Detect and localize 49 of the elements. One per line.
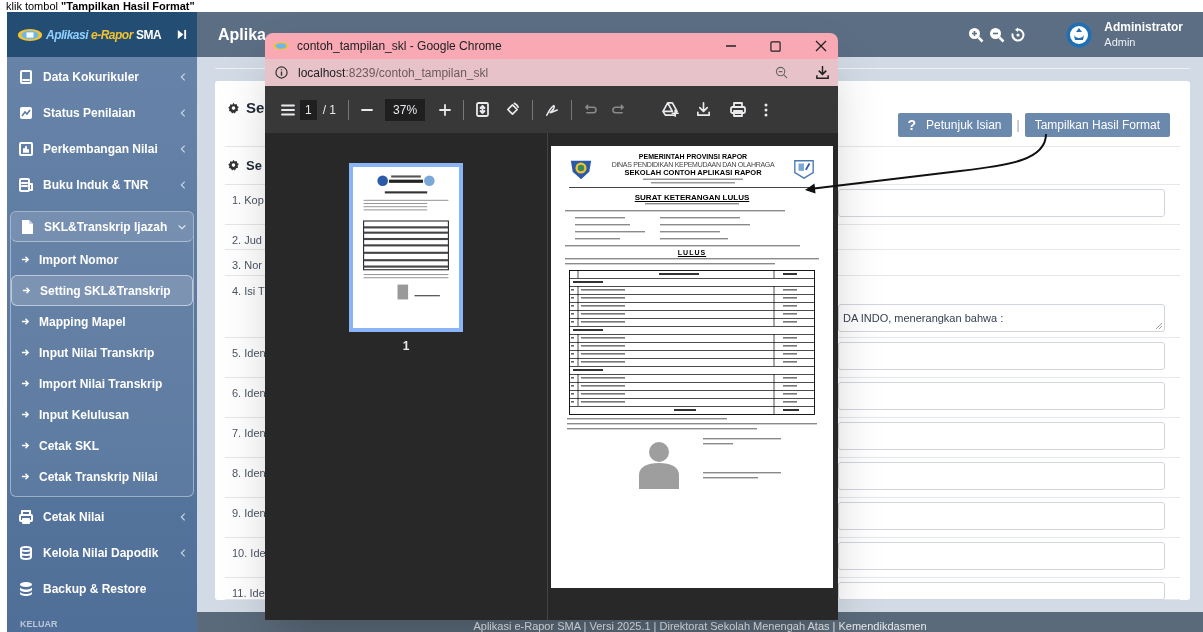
caption-text: klik tombol "Tampilkan Hasil Format": [5, 0, 196, 12]
form-label: 3. Nor: [231, 258, 262, 273]
zoom-field[interactable]: 37%: [385, 98, 426, 121]
sidebar-item[interactable]: SKL&Transkrip Ijazah: [11, 212, 193, 242]
submenu-item[interactable]: Input Nilai Transkrip: [11, 337, 193, 368]
form-label: 1. Kop: [231, 193, 264, 208]
sidebar-item[interactable]: Kelola Nilai Dapodik: [10, 535, 194, 571]
submenu-item[interactable]: Setting SKL&Transkrip: [11, 275, 193, 306]
toolbar-button[interactable]: Tampilkan Hasil Format: [1024, 113, 1170, 137]
page-number-field[interactable]: 1: [300, 99, 317, 120]
logo-text: e-Rapor: [91, 26, 133, 44]
form-label: 2. Jud: [231, 233, 262, 248]
sidebar-item[interactable]: Buku Induk & TNR: [10, 167, 194, 203]
sidebar-item[interactable]: Perkembangan Nilai: [10, 131, 194, 167]
separator-text: |: [1016, 117, 1020, 134]
form-label: 8. Iden: [231, 466, 266, 481]
sidebar-item[interactable]: Data Kokurikuler: [10, 59, 194, 95]
user-name: Administrator: [1104, 19, 1183, 35]
form-label: 7. Iden: [231, 426, 266, 441]
submenu-item[interactable]: Cetak Transkrip Nilai: [11, 461, 193, 492]
form-label: 4. Isi T: [231, 284, 265, 299]
window-title: contoh_tampilan_skl - Google Chrome: [297, 38, 502, 55]
sidebar-item[interactable]: Status Penilaian: [10, 95, 194, 131]
page-total: / 1: [322, 101, 337, 119]
footer-text: Aplikasi e-Rapor SMA | Versi 2025.1 | Direktorat Sekolah Menengah Atas | Kemendikdasmen: [473, 621, 927, 632]
form-label: 10. Ide: [231, 546, 266, 561]
logout-link[interactable]: KELUAR: [10, 617, 194, 632]
form-label: 11. Ide: [231, 586, 265, 601]
app-title: Aplika: [218, 24, 266, 45]
text-area[interactable]: DA INDO, menerangkan bahwa :: [838, 304, 1165, 332]
submenu-item[interactable]: Mapping Mapel: [11, 306, 193, 337]
section-title: Se: [246, 98, 265, 118]
submenu-item[interactable]: Import Nilai Transkrip: [11, 368, 193, 399]
user-role: Admin: [1104, 34, 1137, 50]
form-label: 9. Iden: [231, 506, 266, 521]
logo-text: SMA: [135, 26, 162, 44]
sidebar-item[interactable]: Cetak Nilai: [10, 499, 194, 535]
toolbar-button[interactable]: ? Petunjuk Isian: [897, 113, 1012, 137]
logo-text: Aplikasi: [46, 26, 89, 44]
address-field[interactable]: localhost:8239/contoh_tampilan_skl: [298, 63, 489, 82]
thumbnail-label: 1: [402, 338, 410, 355]
submenu-item[interactable]: Import Nomor: [11, 244, 193, 275]
submenu-item[interactable]: Cetak SKL: [11, 430, 193, 461]
submenu-item[interactable]: Input Kelulusan: [11, 399, 193, 430]
sidebar-item[interactable]: Backup & Restore: [10, 571, 194, 607]
form-label: 6. Iden: [231, 386, 266, 401]
form-label: 5. Iden: [231, 346, 266, 361]
document-title: SURAT KETERANGAN LULUS: [634, 193, 750, 202]
form-title: Se: [246, 156, 262, 175]
